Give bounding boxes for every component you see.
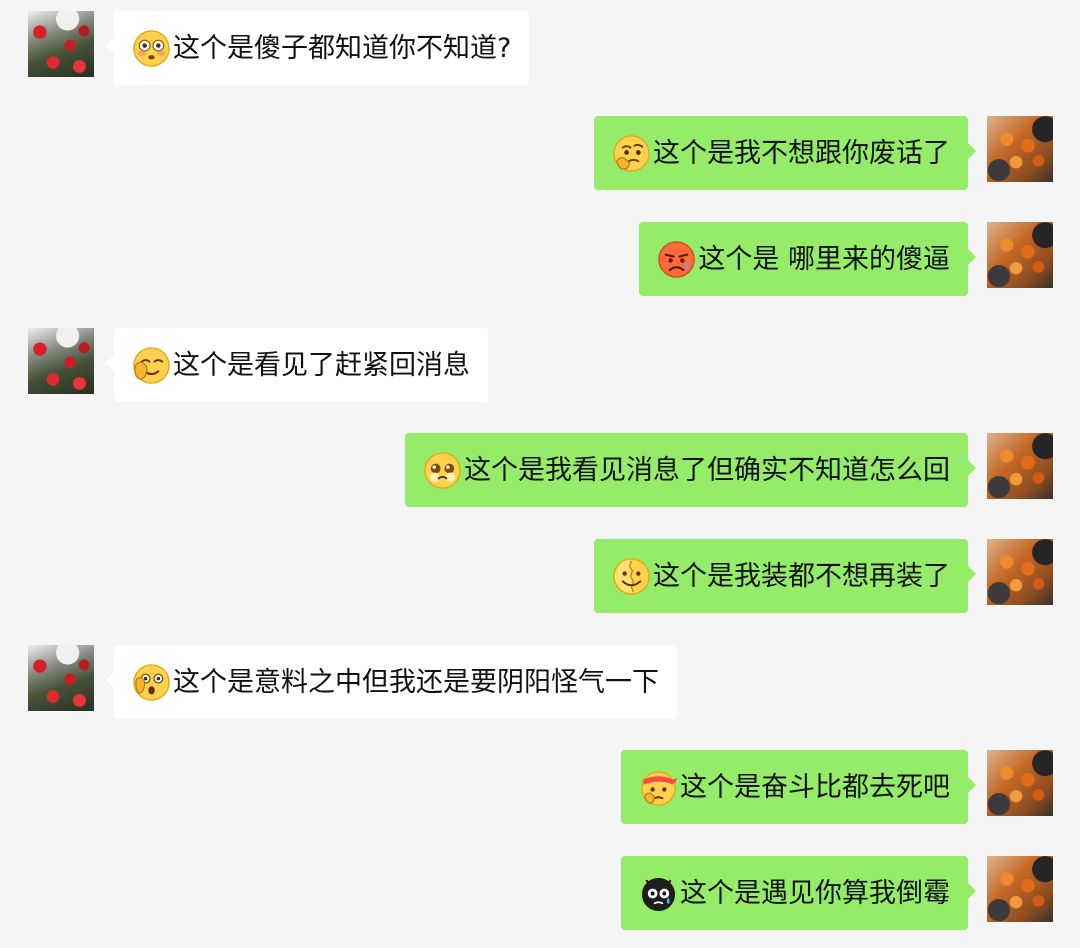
message-row: 这个是我不想跟你废话了 <box>0 116 1080 192</box>
message-text: 这个是看见了赶紧回消息 <box>173 349 470 381</box>
self-avatar[interactable] <box>987 750 1053 816</box>
message-row: 这个是傻子都知道你不知道? <box>0 11 1080 87</box>
message-text: 这个是遇见你算我倒霉 <box>680 877 950 909</box>
self-avatar[interactable] <box>987 116 1053 182</box>
incoming-message-bubble[interactable]: 这个是意料之中但我还是要阴阳怪气一下 <box>106 645 677 719</box>
outgoing-message-bubble[interactable]: 这个是我装都不想再装了 <box>594 539 976 613</box>
message-row: 这个是我装都不想再装了 <box>0 539 1080 615</box>
thinking-face-icon <box>613 134 650 172</box>
contact-avatar[interactable] <box>28 11 94 77</box>
flushed-face-icon <box>133 29 170 67</box>
surprised-hand-face-icon <box>133 663 170 701</box>
self-avatar[interactable] <box>987 433 1053 499</box>
message-text: 这个是我装都不想再装了 <box>653 560 950 592</box>
black-sweat-face-icon <box>641 877 676 911</box>
outgoing-message-bubble[interactable]: 这个是遇见你算我倒霉 <box>621 856 976 930</box>
contact-avatar[interactable] <box>28 328 94 394</box>
self-avatar[interactable] <box>987 539 1053 605</box>
message-text: 这个是我不想跟你废话了 <box>653 137 950 169</box>
message-row: 这个是 哪里来的傻逼 <box>0 222 1080 298</box>
outgoing-message-bubble[interactable]: 这个是我看见消息了但确实不知道怎么回 <box>405 433 976 507</box>
frowning-sweat-face-icon <box>658 240 696 278</box>
pleading-face-icon <box>424 451 461 489</box>
chat-window: 这个是傻子都知道你不知道? 这个是我不想跟你废话了 这个是 哪里来的傻逼 这个是… <box>0 0 1080 948</box>
outgoing-message-bubble[interactable]: 这个是 哪里来的傻逼 <box>639 222 976 296</box>
message-text: 这个是 哪里来的傻逼 <box>698 243 950 275</box>
contact-avatar[interactable] <box>28 645 94 711</box>
self-avatar[interactable] <box>987 222 1053 288</box>
message-row: 这个是遇见你算我倒霉 <box>0 856 1080 932</box>
smirk-hand-face-icon <box>133 346 170 384</box>
outgoing-message-bubble[interactable]: 这个是奋斗比都去死吧 <box>621 750 976 824</box>
outgoing-message-bubble[interactable]: 这个是我不想跟你废话了 <box>594 116 976 190</box>
message-text: 这个是我看见消息了但确实不知道怎么回 <box>464 454 950 486</box>
message-text: 这个是傻子都知道你不知道? <box>173 32 512 64</box>
headband-thinking-face-icon <box>641 770 678 806</box>
message-row: 这个是看见了赶紧回消息 <box>0 328 1080 404</box>
message-row: 这个是我看见消息了但确实不知道怎么回 <box>0 433 1080 509</box>
incoming-message-bubble[interactable]: 这个是傻子都知道你不知道? <box>105 11 530 85</box>
self-avatar[interactable] <box>987 856 1053 922</box>
message-row: 这个是意料之中但我还是要阴阳怪气一下 <box>0 645 1080 721</box>
message-text: 这个是奋斗比都去死吧 <box>680 771 950 803</box>
message-text: 这个是意料之中但我还是要阴阳怪气一下 <box>173 666 659 698</box>
split-smile-face-icon <box>613 557 650 595</box>
message-row: 这个是奋斗比都去死吧 <box>0 750 1080 826</box>
incoming-message-bubble[interactable]: 这个是看见了赶紧回消息 <box>106 328 488 402</box>
